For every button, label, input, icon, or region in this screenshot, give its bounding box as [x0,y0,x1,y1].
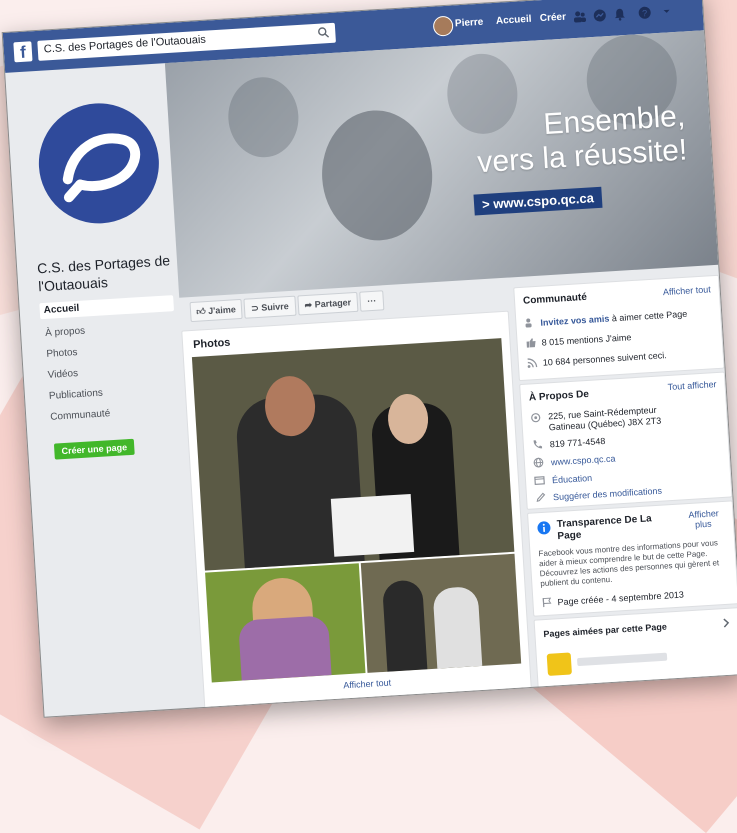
share-label: Partager [314,297,352,310]
community-title: Communauté [522,291,588,307]
phone-number: 819 771-4548 [549,435,606,450]
about-card: À Propos De Tout afficher 225, rue Saint… [519,371,733,510]
photo-people-figure [432,586,483,669]
nav-create[interactable]: Créer [540,12,567,25]
facebook-logo-icon[interactable]: f [13,41,33,63]
cover-student-figure [225,75,301,160]
pencil-icon [536,492,546,503]
liked-page-name-placeholder[interactable] [576,652,668,667]
rss-icon [527,358,538,368]
follows-count: 10 684 personnes suivent ceci. [542,350,668,368]
more-button[interactable]: ··· [359,290,385,312]
rss-icon: ⊃ [250,302,260,314]
sidebar-item-communaute[interactable]: Communauté [46,402,181,426]
sidebar-item-accueil[interactable]: Accueil [39,295,175,320]
thumbs-up-icon [526,338,536,348]
invite-friends-icon [525,318,532,328]
like-label: J'aime [207,304,237,316]
notifications-bell-icon[interactable] [612,7,627,22]
user-avatar[interactable] [432,15,454,37]
page-transparency-card: Transparence De La Page Afficher plus Fa… [527,500,737,617]
liked-page-logo-icon[interactable] [546,652,572,676]
messenger-icon[interactable] [592,8,607,23]
photo-main[interactable] [191,338,515,571]
search-icon[interactable] [317,26,330,39]
sidebar-item-videos[interactable]: Vidéos [43,360,178,384]
like-icon: 👍︎ [196,306,207,317]
chevron-right-icon[interactable] [721,617,732,630]
photos-title: Photos [192,336,231,351]
search-value: C.S. des Portages de l'Outaouais [43,33,207,56]
page-created-date: Page créée - 4 septembre 2013 [557,589,685,608]
nav-user-name[interactable]: Pierre [455,17,484,30]
cover-student-figure [318,107,437,244]
community-card: Communauté Afficher tout Invitez vos ami… [513,274,725,382]
invite-friends-text: Invitez vos amis à aimer cette Page [540,309,687,328]
friends-icon[interactable] [572,9,587,24]
location-pin-icon [531,413,541,423]
like-button[interactable]: 👍︎ J'aime [189,298,243,323]
invite-friends-link[interactable]: Invitez vos amis [540,314,610,328]
create-page-button[interactable]: Créer une page [53,438,135,460]
info-icon [537,521,551,535]
help-icon[interactable]: ? [637,5,652,20]
svg-text:?: ? [642,8,648,18]
cover-photo[interactable]: Ensemble, vers la réussite! > www.cspo.q… [164,30,719,298]
facebook-page-screenshot: f C.S. des Portages de l'Outaouais Pierr… [1,0,737,718]
about-title: À Propos De [528,388,590,404]
transparency-title-line2: Page [557,529,582,543]
photo-thumbnail[interactable] [205,563,366,683]
category-link[interactable]: Éducation [552,473,593,485]
flag-icon [542,597,552,608]
phone-icon [533,440,543,449]
see-more-link-line2[interactable]: plus [695,519,712,530]
globe-icon [533,457,544,468]
share-icon: ➦ [304,299,313,311]
suggest-edits-link[interactable]: Suggérer des modifications [553,486,662,503]
cover-slogan-line2: vers la réussite! [476,133,689,180]
photo-thumbnail[interactable] [360,553,522,673]
follow-button[interactable]: ⊃ Suivre [243,295,297,319]
sidebar-item-photos[interactable]: Photos [42,339,177,363]
sidebar-item-a-propos[interactable]: À propos [41,318,176,342]
about-see-all-link[interactable]: Tout afficher [667,379,716,392]
follow-label: Suivre [260,301,290,313]
invite-friends-rest: à aimer cette Page [609,308,688,324]
cover-student-figure [444,51,520,136]
transparency-title-line1: Transparence De La [556,513,652,531]
category-icon [534,476,545,485]
likes-count: 8 015 mentions J'aime [541,332,632,348]
photos-card: Photos Afficher tout [181,310,532,709]
share-button[interactable]: ➦ Partager [297,291,359,316]
nav-home[interactable]: Accueil [496,14,532,27]
sidebar-item-publications[interactable]: Publications [45,381,180,405]
liked-pages-title: Pages aimées par cette Page [543,621,668,640]
website-link[interactable]: www.cspo.qc.ca [551,453,616,467]
chevron-down-icon[interactable] [659,4,674,19]
community-see-all-link[interactable]: Afficher tout [663,284,711,297]
photo-certificate [330,493,415,557]
cover-website: > www.cspo.qc.ca [473,186,603,216]
photo-people-figure [381,579,428,672]
page-profile-picture[interactable] [35,99,163,227]
page-name: C.S. des Portages de l'Outaouais [36,252,171,295]
photo-people-figure [238,615,332,681]
cspo-logo-icon [62,133,141,203]
